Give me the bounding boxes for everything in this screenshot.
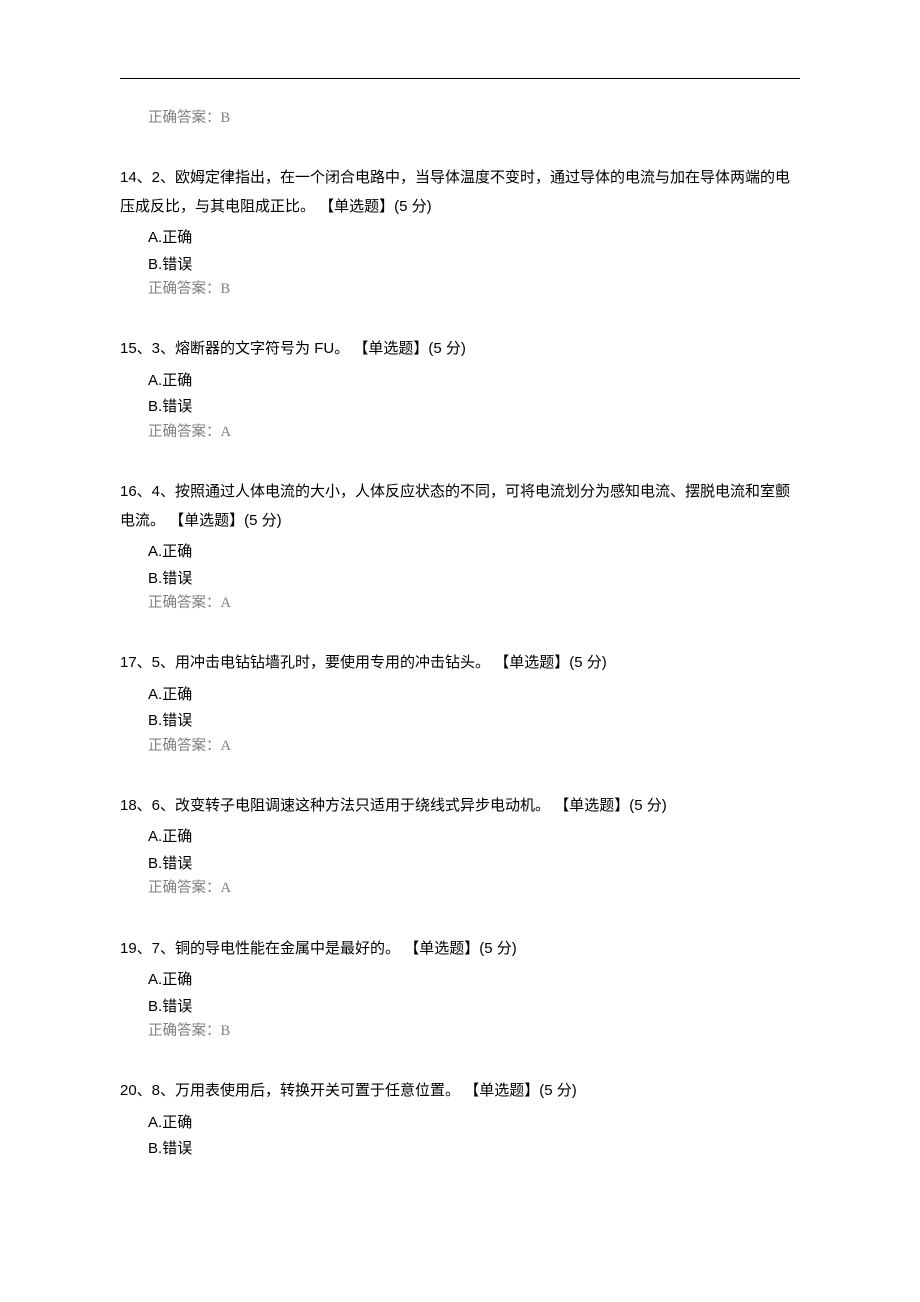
option-text: 错误 xyxy=(162,571,192,587)
top-rule xyxy=(120,78,800,79)
option-text: 正确 xyxy=(162,544,192,560)
option-text: 正确 xyxy=(162,1115,192,1131)
answer-value: B xyxy=(221,281,231,297)
answer-prefix: 正确答案： xyxy=(148,424,221,440)
option-letter: A. xyxy=(148,828,162,845)
answer-value: A xyxy=(221,738,231,754)
option-text: 错误 xyxy=(162,713,192,729)
answer-value: B xyxy=(221,110,231,126)
option-letter: A. xyxy=(148,543,162,560)
option-a: A.正确 xyxy=(148,368,800,395)
question-block: 19、7、铜的导电性能在金属中是最好的。 【单选题】(5 分)A.正确B.错误正… xyxy=(120,935,800,1044)
answer-line: 正确答案：A xyxy=(148,735,800,758)
question-block: 16、4、按照通过人体电流的大小，人体反应状态的不同，可将电流划分为感知电流、摆… xyxy=(120,478,800,615)
option-a: A.正确 xyxy=(148,1110,800,1137)
question-block: 15、3、熔断器的文字符号为 FU。 【单选题】(5 分)A.正确B.错误正确答… xyxy=(120,335,800,444)
answer-line: 正确答案：A xyxy=(148,592,800,615)
option-a: A.正确 xyxy=(148,824,800,851)
option-letter: B. xyxy=(148,398,162,415)
question-block: 14、2、欧姆定律指出，在一个闭合电路中，当导体温度不变时，通过导体的电流与加在… xyxy=(120,164,800,301)
option-text: 错误 xyxy=(162,856,192,872)
answer-prefix: 正确答案： xyxy=(148,738,221,754)
option-letter: B. xyxy=(148,570,162,587)
option-text: 正确 xyxy=(162,829,192,845)
option-letter: A. xyxy=(148,372,162,389)
option-letter: A. xyxy=(148,1114,162,1131)
answer-value: A xyxy=(221,880,231,896)
question-stem: 17、5、用冲击电钻钻墙孔时，要使用专用的冲击钻头。 【单选题】(5 分) xyxy=(120,649,800,678)
option-text: 错误 xyxy=(162,399,192,415)
option-text: 错误 xyxy=(162,257,192,273)
option-a: A.正确 xyxy=(148,225,800,252)
question-stem: 16、4、按照通过人体电流的大小，人体反应状态的不同，可将电流划分为感知电流、摆… xyxy=(120,478,800,535)
option-letter: B. xyxy=(148,998,162,1015)
option-text: 错误 xyxy=(162,1141,192,1157)
option-letter: A. xyxy=(148,229,162,246)
question-stem: 19、7、铜的导电性能在金属中是最好的。 【单选题】(5 分) xyxy=(120,935,800,964)
option-letter: B. xyxy=(148,712,162,729)
questions-container: 14、2、欧姆定律指出，在一个闭合电路中，当导体温度不变时，通过导体的电流与加在… xyxy=(120,164,800,1163)
answer-value: A xyxy=(221,595,231,611)
document-page: 正确答案：B 14、2、欧姆定律指出，在一个闭合电路中，当导体温度不变时，通过导… xyxy=(0,0,920,1302)
option-text: 正确 xyxy=(162,230,192,246)
option-b: B.错误 xyxy=(148,1136,800,1163)
option-letter: B. xyxy=(148,1140,162,1157)
option-b: B.错误 xyxy=(148,394,800,421)
option-a: A.正确 xyxy=(148,539,800,566)
answer-prefix: 正确答案： xyxy=(148,281,221,297)
option-b: B.错误 xyxy=(148,851,800,878)
answer-prefix: 正确答案： xyxy=(148,880,221,896)
option-text: 正确 xyxy=(162,687,192,703)
question-stem: 15、3、熔断器的文字符号为 FU。 【单选题】(5 分) xyxy=(120,335,800,364)
answer-value: B xyxy=(221,1023,231,1039)
option-b: B.错误 xyxy=(148,994,800,1021)
answer-prefix: 正确答案： xyxy=(148,1023,221,1039)
question-block: 18、6、改变转子电阻调速这种方法只适用于绕线式异步电动机。 【单选题】(5 分… xyxy=(120,792,800,901)
orphan-answer-block: 正确答案：B xyxy=(120,107,800,130)
answer-line: 正确答案：A xyxy=(148,877,800,900)
option-text: 正确 xyxy=(162,373,192,389)
option-text: 正确 xyxy=(162,972,192,988)
option-b: B.错误 xyxy=(148,566,800,593)
question-stem: 14、2、欧姆定律指出，在一个闭合电路中，当导体温度不变时，通过导体的电流与加在… xyxy=(120,164,800,221)
option-text: 错误 xyxy=(162,999,192,1015)
option-a: A.正确 xyxy=(148,682,800,709)
question-block: 20、8、万用表使用后，转换开关可置于任意位置。 【单选题】(5 分)A.正确B… xyxy=(120,1077,800,1163)
answer-line: 正确答案：B xyxy=(148,107,800,130)
answer-line: 正确答案：A xyxy=(148,421,800,444)
answer-value: A xyxy=(221,424,231,440)
option-b: B.错误 xyxy=(148,252,800,279)
option-letter: B. xyxy=(148,256,162,273)
question-stem: 18、6、改变转子电阻调速这种方法只适用于绕线式异步电动机。 【单选题】(5 分… xyxy=(120,792,800,821)
question-stem: 20、8、万用表使用后，转换开关可置于任意位置。 【单选题】(5 分) xyxy=(120,1077,800,1106)
option-a: A.正确 xyxy=(148,967,800,994)
option-letter: B. xyxy=(148,855,162,872)
answer-line: 正确答案：B xyxy=(148,1020,800,1043)
option-letter: A. xyxy=(148,686,162,703)
answer-prefix: 正确答案： xyxy=(148,110,221,126)
answer-line: 正确答案：B xyxy=(148,278,800,301)
option-letter: A. xyxy=(148,971,162,988)
option-b: B.错误 xyxy=(148,708,800,735)
question-block: 17、5、用冲击电钻钻墙孔时，要使用专用的冲击钻头。 【单选题】(5 分)A.正… xyxy=(120,649,800,758)
answer-prefix: 正确答案： xyxy=(148,595,221,611)
